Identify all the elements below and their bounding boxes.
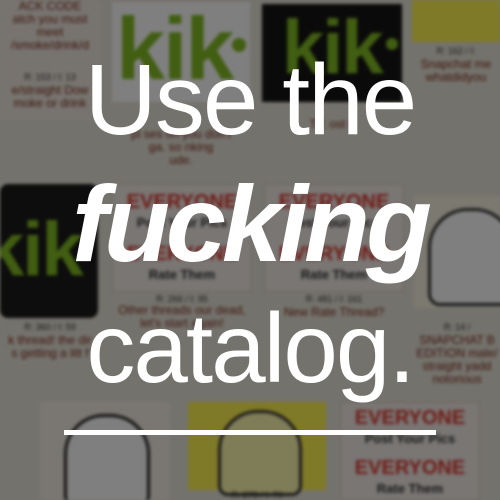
headline-line-3: catalog. [86,293,415,403]
headline-line-2: fucking [71,163,432,284]
headline-line-1: Use the [84,44,418,156]
headline-underline [64,430,436,435]
